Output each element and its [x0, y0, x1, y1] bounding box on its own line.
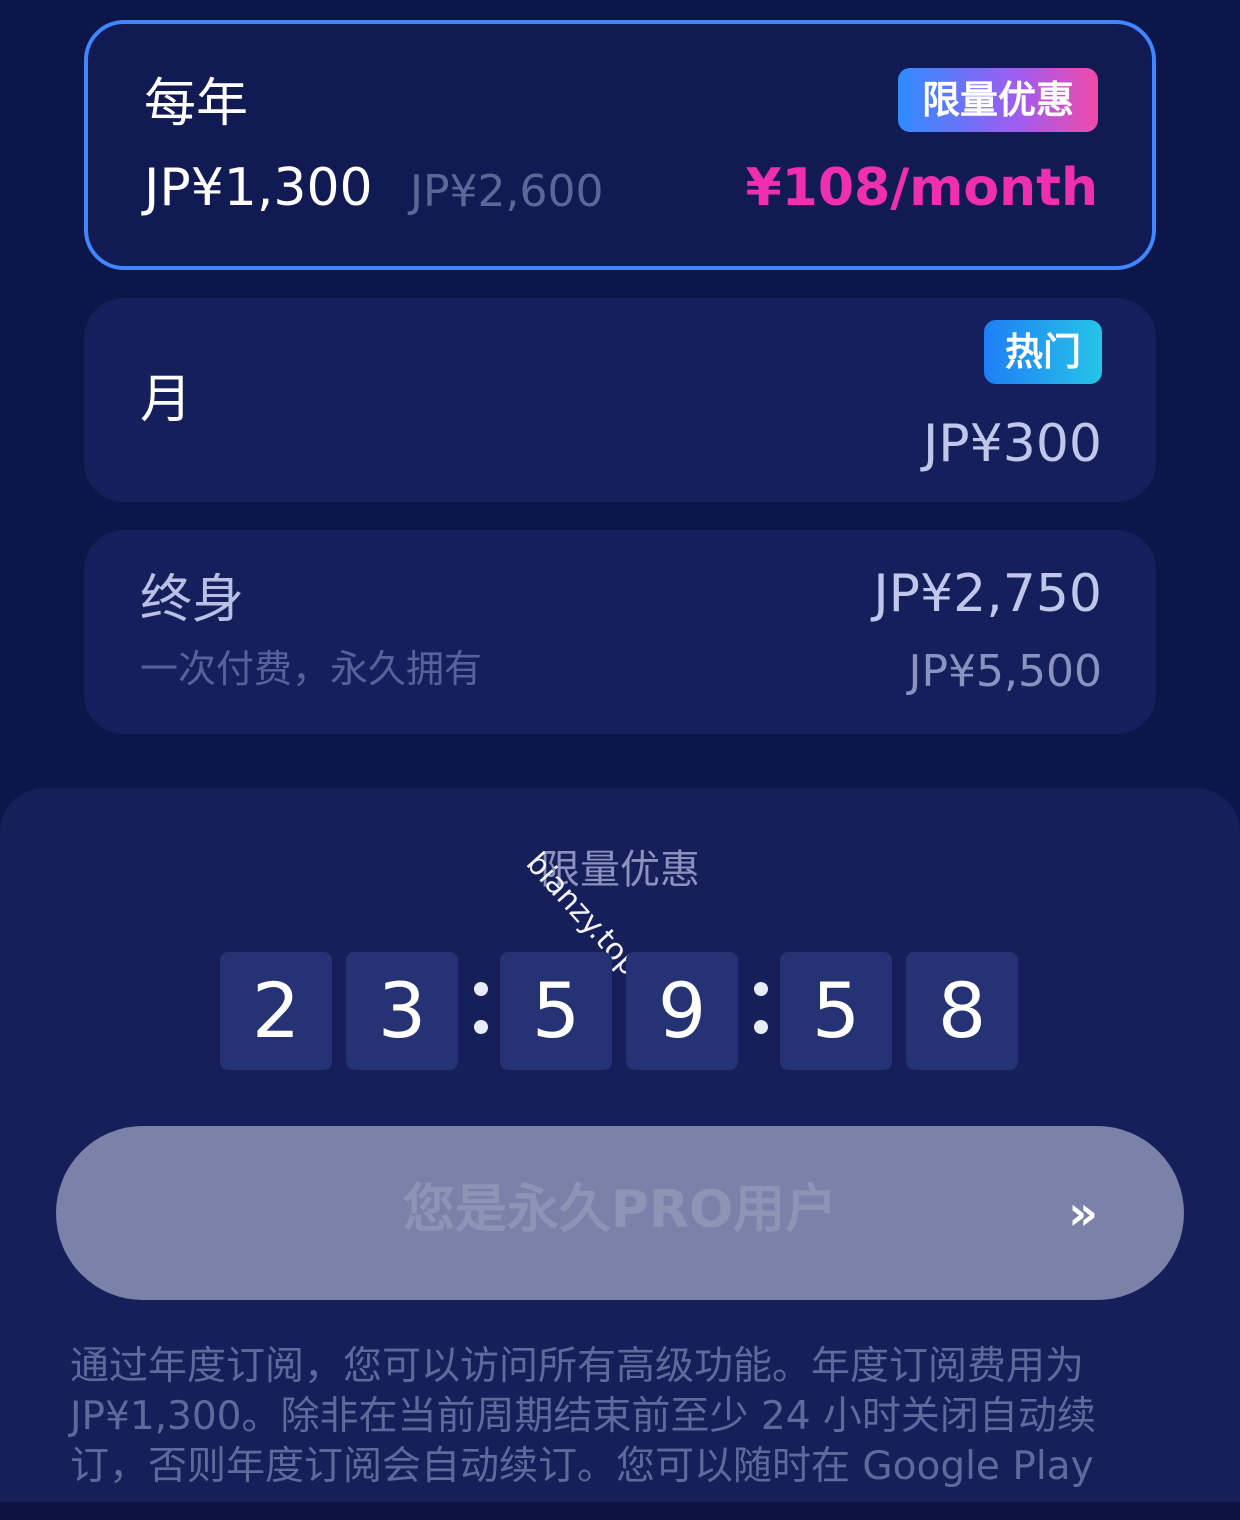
plan-card-yearly[interactable]: 每年 限量优惠 JP¥1,300 JP¥2,600 ¥108/month [84, 20, 1156, 270]
lifetime-subtitle: 一次付费，永久拥有 [140, 647, 483, 691]
countdown-colon [752, 974, 768, 1048]
countdown-second-tens: 5 [780, 952, 892, 1070]
double-chevron-right-icon: » [1068, 1186, 1098, 1240]
plan-card-lifetime[interactable]: 终身 一次付费，永久拥有 JP¥2,750 JP¥5,500 [84, 530, 1156, 734]
popular-badge: 热门 [984, 320, 1102, 384]
countdown-hour-ones: 3 [346, 952, 458, 1070]
limited-offer-badge: 限量优惠 [898, 68, 1098, 132]
monthly-price: JP¥300 [922, 414, 1102, 474]
bottom-edge [0, 1502, 1240, 1520]
yearly-per-month-price: ¥108/month [745, 158, 1098, 218]
countdown-colon [472, 974, 488, 1048]
subscribe-button-label: 您是永久PRO用户 [402, 1180, 838, 1240]
plan-name-lifetime: 终身 [140, 570, 245, 630]
plan-name-monthly: 月 [140, 370, 193, 430]
yearly-original-price: JP¥2,600 [410, 166, 604, 217]
yearly-price: JP¥1,300 [144, 158, 373, 218]
countdown-minute-ones: 9 [626, 952, 738, 1070]
countdown-minute-tens: 5 [500, 952, 612, 1070]
subscription-terms: 通过年度订阅，您可以访问所有高级功能。年度订阅费用为 JP¥1,300。除非在当… [70, 1344, 1096, 1489]
countdown-hour-tens: 2 [220, 952, 332, 1070]
lifetime-original-price: JP¥5,500 [908, 646, 1102, 697]
countdown-second-ones: 8 [906, 952, 1018, 1070]
plan-card-monthly[interactable]: 月 热门 JP¥300 [84, 298, 1156, 502]
lifetime-price: JP¥2,750 [873, 564, 1102, 624]
offer-title: 限量优惠 [540, 847, 700, 893]
subscription-page: 每年 限量优惠 JP¥1,300 JP¥2,600 ¥108/month 月 热… [0, 0, 1240, 1520]
subscribe-button[interactable]: 您是永久PRO用户 » [56, 1126, 1184, 1300]
offer-sheet: 限量优惠 bianzy.top 2 3 5 9 5 8 您是永久PRO用户 » … [0, 788, 1240, 1520]
plan-name-yearly: 每年 [144, 74, 249, 134]
